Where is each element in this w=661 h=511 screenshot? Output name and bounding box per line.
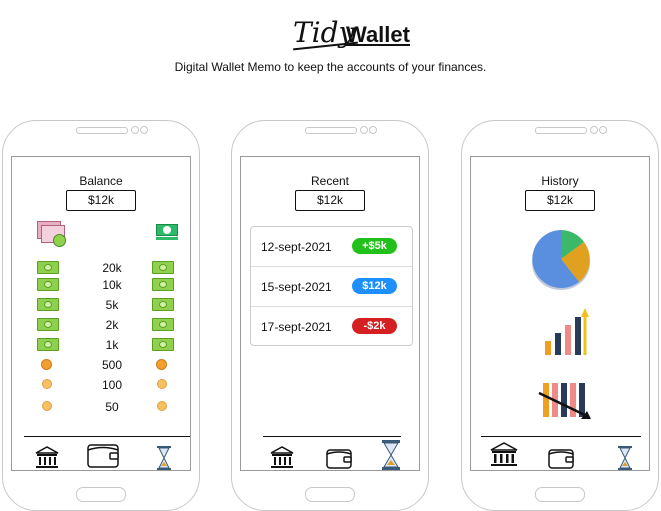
bill-icon	[152, 298, 174, 311]
wallet-icon[interactable]	[86, 441, 120, 470]
wallet-icon[interactable]	[325, 447, 353, 470]
camera	[369, 126, 377, 134]
brand-logo: Tidy Wallet	[0, 14, 661, 52]
transaction-amount-badge: $12k	[352, 278, 397, 294]
bills-stack-icon	[37, 221, 67, 247]
speaker	[305, 127, 357, 134]
falling-bar-chart-icon[interactable]	[537, 379, 597, 425]
bill-icon	[152, 261, 174, 274]
hourglass-icon[interactable]	[156, 445, 172, 470]
transaction-row[interactable]: 12-sept-2021 +$5k	[251, 227, 412, 267]
denomination-label: 100	[101, 378, 123, 392]
camera	[140, 126, 148, 134]
hourglass-icon[interactable]	[381, 439, 401, 470]
camera	[131, 126, 139, 134]
tagline: Digital Wallet Memo to keep the accounts…	[174, 60, 487, 74]
camera	[590, 126, 598, 134]
denomination-label: 50	[105, 400, 119, 414]
pie-chart-icon[interactable]	[529, 227, 593, 291]
nav-divider	[24, 436, 190, 437]
bill-icon	[37, 261, 59, 274]
home-button[interactable]	[305, 487, 355, 502]
camera	[360, 126, 368, 134]
phone-history: History $12k	[461, 120, 659, 511]
coin-icon	[41, 359, 52, 370]
denomination-label: 5k	[105, 298, 119, 312]
denomination-label: 10k	[102, 278, 122, 292]
balance-amount: $12k	[66, 190, 136, 211]
wallet-icon[interactable]	[547, 447, 575, 470]
transaction-date: 12-sept-2021	[261, 240, 332, 254]
nav-divider	[263, 436, 401, 437]
bill-icon	[152, 278, 174, 291]
speaker	[535, 127, 587, 134]
bill-icon	[152, 318, 174, 331]
coin-icon	[42, 401, 52, 411]
transaction-amount-badge: -$2k	[352, 318, 397, 334]
transaction-row[interactable]: 17-sept-2021 -$2k	[251, 307, 412, 347]
screen-title: Recent	[310, 174, 350, 188]
bank-icon[interactable]	[489, 441, 519, 469]
screen-title: Balance	[79, 174, 123, 188]
bank-icon[interactable]	[34, 445, 60, 470]
bill-icon	[37, 318, 59, 331]
denomination-label: 20k	[102, 261, 122, 275]
transaction-row[interactable]: 15-sept-2021 $12k	[251, 267, 412, 307]
home-button[interactable]	[535, 487, 585, 502]
recent-screen: Recent $12k 12-sept-2021 +$5k 15-sept-20…	[240, 156, 420, 471]
transaction-list: 12-sept-2021 +$5k 15-sept-2021 $12k 17-s…	[250, 226, 413, 346]
coin-icon	[156, 359, 167, 370]
history-amount: $12k	[525, 190, 595, 211]
recent-amount: $12k	[295, 190, 365, 211]
cash-icon	[156, 224, 178, 240]
brand-main-text: Wallet	[346, 22, 410, 47]
rising-bar-chart-icon[interactable]	[541, 307, 589, 357]
hourglass-icon[interactable]	[617, 445, 633, 470]
camera	[599, 126, 607, 134]
bank-icon[interactable]	[269, 445, 295, 470]
transaction-date: 17-sept-2021	[261, 320, 332, 334]
coin-icon	[157, 401, 167, 411]
screen-title: History	[541, 174, 579, 188]
transaction-date: 15-sept-2021	[261, 280, 332, 294]
denomination-label: 1k	[105, 338, 119, 352]
home-button[interactable]	[76, 487, 126, 502]
phone-balance: Balance $12k 20k 10k 5k 2k 1k 500 100 50	[2, 120, 200, 511]
bill-icon	[37, 298, 59, 311]
bill-icon	[37, 278, 59, 291]
speaker	[76, 127, 128, 134]
denomination-label: 2k	[105, 318, 119, 332]
nav-divider	[481, 436, 641, 437]
phone-recent: Recent $12k 12-sept-2021 +$5k 15-sept-20…	[231, 120, 429, 511]
transaction-amount-badge: +$5k	[352, 238, 397, 254]
app-header: Tidy Wallet Digital Wallet Memo to keep …	[0, 14, 661, 74]
history-screen: History $12k	[470, 156, 650, 471]
bill-icon	[37, 338, 59, 351]
bill-icon	[152, 338, 174, 351]
balance-screen: Balance $12k 20k 10k 5k 2k 1k 500 100 50	[11, 156, 191, 471]
denomination-label: 500	[101, 358, 123, 372]
coin-icon	[157, 379, 167, 389]
coin-icon	[42, 379, 52, 389]
